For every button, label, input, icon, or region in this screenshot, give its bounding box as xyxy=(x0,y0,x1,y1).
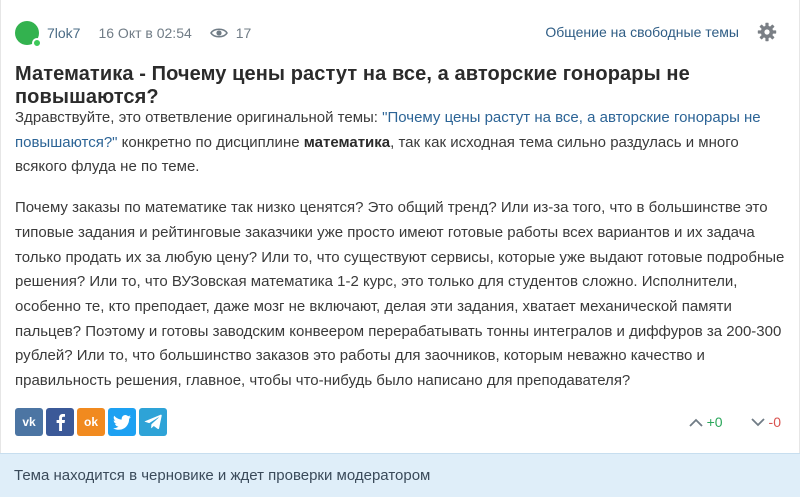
share-facebook-button[interactable] xyxy=(46,408,74,436)
online-status-dot xyxy=(32,38,42,48)
gear-icon[interactable] xyxy=(757,22,777,42)
topic-body: Здравствуйте, это ответвление оригинальн… xyxy=(15,106,785,410)
category-link[interactable]: Общение на свободные темы xyxy=(545,24,739,40)
share-vk-button[interactable]: vk xyxy=(15,408,43,436)
downvote-control[interactable]: -0 xyxy=(750,414,781,430)
body-paragraph-1: Здравствуйте, это ответвление оригинальн… xyxy=(15,106,785,180)
avatar[interactable] xyxy=(15,21,42,48)
twitter-icon xyxy=(113,414,131,430)
views-counter: 17 xyxy=(209,25,252,41)
share-buttons: vk ok xyxy=(15,408,167,436)
moderation-notice: Тема находится в черновике и ждет провер… xyxy=(0,453,800,497)
author-link[interactable]: 7lok7 xyxy=(47,25,80,41)
facebook-icon xyxy=(56,414,65,431)
telegram-icon xyxy=(144,414,162,430)
views-count: 17 xyxy=(235,25,252,41)
upvote-control[interactable]: +0 xyxy=(688,414,723,430)
p1-intro: Здравствуйте, это ответвление оригинальн… xyxy=(15,109,383,126)
share-telegram-button[interactable] xyxy=(139,408,167,436)
body-paragraph-2: Почему заказы по математике так низко це… xyxy=(15,199,785,390)
share-twitter-button[interactable] xyxy=(108,408,136,436)
ok-icon: ok xyxy=(83,415,98,429)
post-date: 16 Окт в 02:54 xyxy=(98,25,192,41)
topic-title: Математика - Почему цены растут на все, … xyxy=(15,63,690,108)
p1-mid: конкретно по дисциплине xyxy=(117,133,304,151)
discipline-name: математика xyxy=(303,133,391,151)
chevron-up-icon[interactable] xyxy=(688,418,703,427)
eye-icon xyxy=(209,27,228,39)
topic-meta: 7lok7 16 Окт в 02:54 17 xyxy=(15,20,252,48)
topic-card: 7lok7 16 Окт в 02:54 17 Общение на свобо… xyxy=(0,0,800,497)
vote-controls: +0 -0 xyxy=(688,414,781,430)
share-ok-button[interactable]: ok xyxy=(77,408,105,436)
upvote-count: +0 xyxy=(706,414,723,430)
downvote-count: -0 xyxy=(768,414,781,430)
vk-icon: vk xyxy=(22,415,36,429)
chevron-down-icon[interactable] xyxy=(750,417,765,427)
